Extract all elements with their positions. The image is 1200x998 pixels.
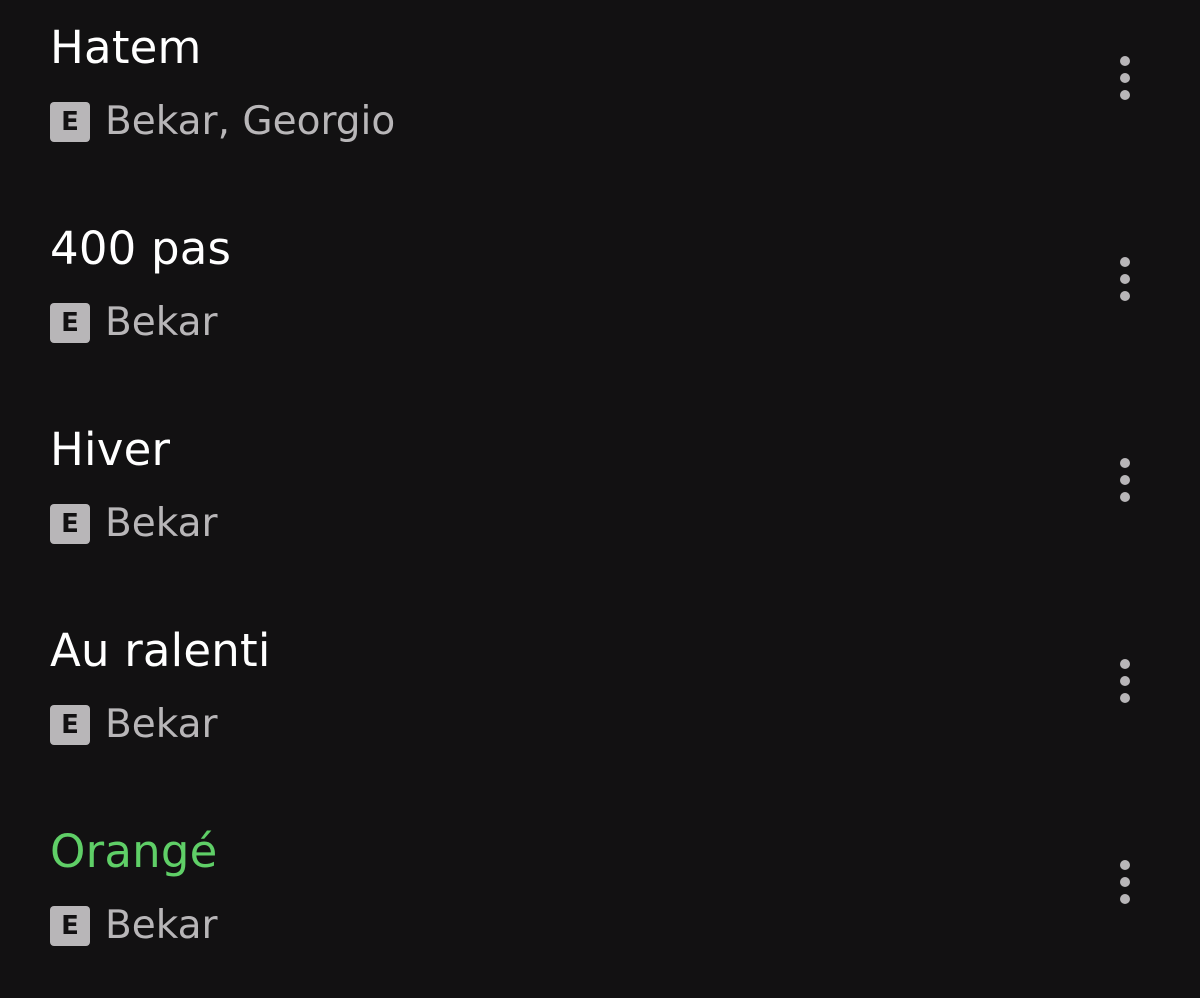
track-row[interactable]: Orangé E Bekar (0, 804, 1200, 998)
more-options-vertical-icon-dot (1120, 291, 1130, 301)
track-title: Hiver (50, 423, 171, 476)
track-artists: Bekar (105, 702, 218, 747)
more-options-vertical-icon-dot (1120, 894, 1130, 904)
track-row[interactable]: 400 pas E Bekar (0, 201, 1200, 402)
more-options-vertical-icon (1120, 659, 1130, 669)
explicit-badge-icon: E (50, 504, 90, 544)
more-options-vertical-icon (1120, 56, 1130, 66)
track-row[interactable]: Hiver E Bekar (0, 402, 1200, 603)
more-options-vertical-icon-dot (1120, 877, 1130, 887)
track-row[interactable]: Au ralenti E Bekar (0, 603, 1200, 804)
explicit-badge-icon: E (50, 906, 90, 946)
more-options-vertical-icon-dot (1120, 73, 1130, 83)
track-artists: Bekar (105, 300, 218, 345)
more-options-vertical-icon-dot (1120, 90, 1130, 100)
track-subtitle: E Bekar (50, 902, 218, 950)
explicit-badge-icon: E (50, 102, 90, 142)
track-list: Hatem E Bekar, Georgio 400 pas E Bekar H… (0, 0, 1200, 998)
more-options-vertical-icon (1120, 257, 1130, 267)
explicit-badge-icon: E (50, 705, 90, 745)
more-options-vertical-icon-dot (1120, 676, 1130, 686)
more-options-vertical-icon (1120, 458, 1130, 468)
more-options-button[interactable] (1100, 847, 1150, 917)
more-options-vertical-icon-dot (1120, 475, 1130, 485)
track-artists: Bekar, Georgio (105, 99, 396, 144)
track-subtitle: E Bekar (50, 299, 218, 347)
more-options-button[interactable] (1100, 43, 1150, 113)
track-subtitle: E Bekar (50, 500, 218, 548)
more-options-vertical-icon-dot (1120, 693, 1130, 703)
more-options-button[interactable] (1100, 646, 1150, 716)
track-title: Au ralenti (50, 624, 271, 677)
track-title: Orangé (50, 825, 218, 878)
more-options-vertical-icon (1120, 860, 1130, 870)
explicit-badge-icon: E (50, 303, 90, 343)
track-row[interactable]: Hatem E Bekar, Georgio (0, 0, 1200, 201)
track-title: 400 pas (50, 222, 232, 275)
more-options-vertical-icon-dot (1120, 274, 1130, 284)
track-artists: Bekar (105, 501, 218, 546)
track-subtitle: E Bekar, Georgio (50, 98, 395, 146)
track-subtitle: E Bekar (50, 701, 218, 749)
more-options-vertical-icon-dot (1120, 492, 1130, 502)
track-title: Hatem (50, 21, 202, 74)
track-artists: Bekar (105, 903, 218, 948)
more-options-button[interactable] (1100, 445, 1150, 515)
more-options-button[interactable] (1100, 244, 1150, 314)
